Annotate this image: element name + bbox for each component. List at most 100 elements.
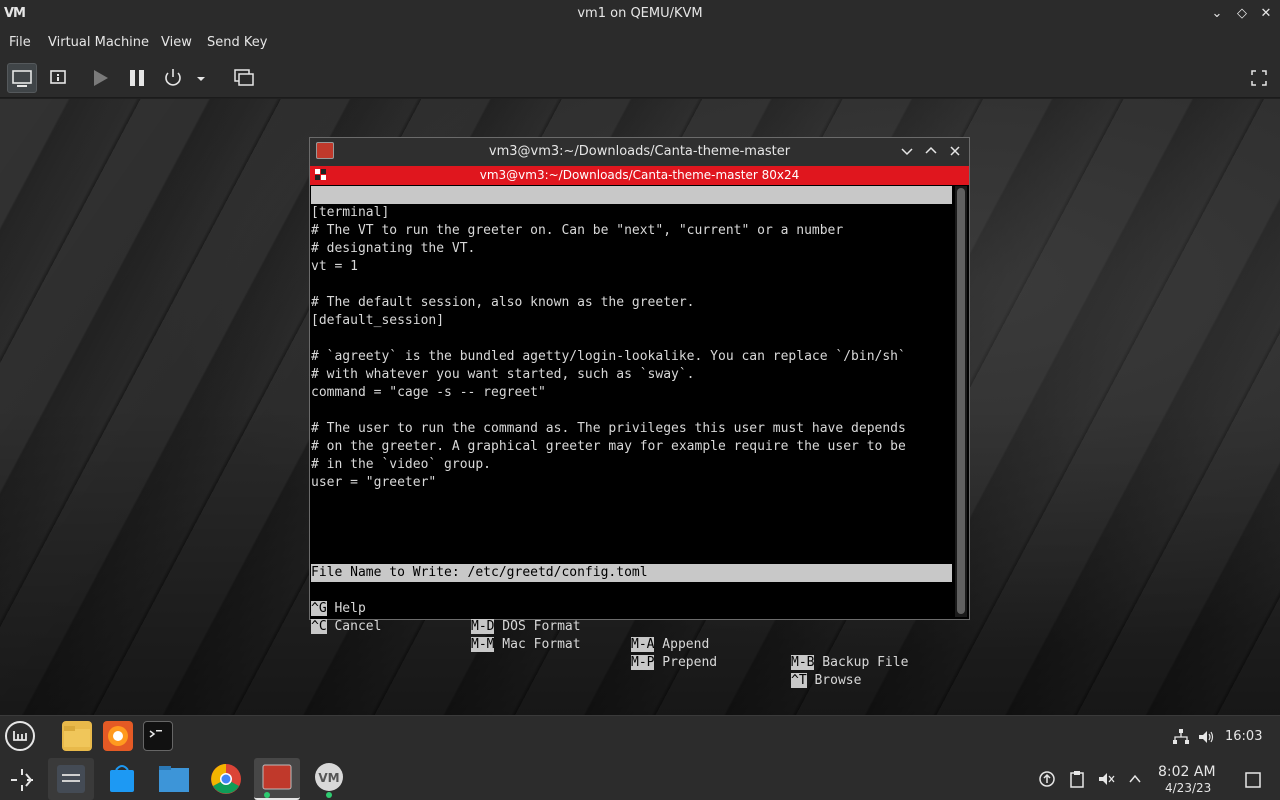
close-icon	[950, 146, 960, 156]
firefox-launcher[interactable]	[103, 721, 133, 751]
snapshot-button[interactable]	[229, 63, 259, 93]
terminal-maximize-button[interactable]	[922, 142, 940, 160]
clock-date[interactable]: 4/23/23	[1165, 781, 1211, 795]
linux-mint-icon	[13, 731, 27, 741]
snapshot-icon	[234, 69, 254, 86]
files-launcher[interactable]	[62, 721, 92, 751]
clipboard-icon[interactable]	[1068, 770, 1086, 788]
settings-icon	[57, 765, 85, 793]
editor-line: user = "greeter"	[311, 475, 437, 490]
filename-prompt[interactable]: File Name to Write: /etc/greetd/config.t…	[311, 564, 952, 582]
shutdown-menu-button[interactable]	[190, 63, 212, 93]
editor-line: # `agreety` is the bundled agetty/login-…	[311, 349, 906, 364]
svg-text:VM: VM	[318, 771, 339, 785]
chevron-up-icon[interactable]	[1127, 771, 1143, 787]
menu-send-key[interactable]: Send Key	[207, 35, 267, 50]
taskbar-terminal-active[interactable]	[254, 758, 300, 800]
close-button[interactable]: ✕	[1256, 4, 1276, 24]
nano-editor[interactable]: GNU nano 7.2 /etc/greetd/config.toml Mod…	[311, 186, 952, 688]
editor-line: command = "cage -s -- regreet"	[311, 385, 546, 400]
virt-manager-icon: VM	[315, 763, 343, 798]
shortcut-browse[interactable]: ^T Browse	[791, 672, 861, 690]
terminal-scrollbar[interactable]	[955, 186, 967, 617]
menu-bar: File Virtual Machine View Send Key	[0, 30, 1280, 58]
editor-line: # The user to run the command as. The pr…	[311, 421, 906, 436]
editor-line: # designating the VT.	[311, 241, 476, 256]
guest-clock[interactable]: 16:03	[1225, 729, 1262, 744]
folder-icon	[64, 726, 90, 747]
terminal-title: vm3@vm3:~/Downloads/Canta-theme-master	[488, 144, 791, 159]
launcher-icon	[11, 769, 33, 791]
window-titlebar: VM vm1 on QEMU/KVM ⌄ ◇ ✕	[0, 0, 1280, 30]
terminal-window[interactable]: vm3@vm3:~/Downloads/Canta-theme-master v…	[309, 137, 970, 688]
minimize-button[interactable]: ⌄	[1207, 4, 1227, 24]
taskbar: 16:03 VM 8:02 AM 4/23/23	[0, 715, 1280, 800]
shortcut-backup-file[interactable]: M-B Backup File	[791, 654, 908, 672]
shortcut-prepend[interactable]: M-P Prepend	[631, 654, 717, 672]
maximize-button[interactable]: ◇	[1232, 4, 1252, 24]
taskbar-virt-manager[interactable]: VM	[306, 758, 352, 800]
menu-virtual-machine[interactable]: Virtual Machine	[48, 35, 149, 50]
nano-header: GNU nano 7.2 /etc/greetd/config.toml Mod…	[311, 186, 952, 256]
console-button[interactable]	[7, 63, 37, 93]
mint-menu-button[interactable]	[5, 721, 35, 751]
show-desktop-icon[interactable]	[1244, 771, 1262, 789]
terminal-minimize-button[interactable]	[898, 142, 916, 160]
shortcut-cancel[interactable]: ^C Cancel	[311, 618, 381, 636]
terminal-launcher[interactable]	[143, 721, 173, 751]
window-title: vm1 on QEMU/KVM	[577, 6, 703, 21]
shortcut-mac-format[interactable]: M-M Mac Format	[471, 636, 581, 654]
editor-line: # The VT to run the greeter on. Can be "…	[311, 223, 844, 238]
volume-icon[interactable]	[1197, 728, 1215, 746]
menu-view[interactable]: View	[161, 35, 192, 50]
editor-line: [default_session]	[311, 313, 445, 328]
chevron-down-icon	[901, 148, 913, 156]
shortcut-dos-format[interactable]: M-D DOS Format	[471, 618, 581, 636]
update-icon[interactable]	[1038, 770, 1056, 788]
shortcut-row: ^G Help M-D DOS Format M-A Append M-B Ba…	[311, 582, 952, 670]
shortcut-row: ^C Cancel M-M Mac Format M-P Prepend ^T …	[311, 600, 952, 688]
details-button[interactable]	[43, 63, 73, 93]
terminal-subtitle: vm3@vm3:~/Downloads/Canta-theme-master 8…	[479, 168, 800, 182]
taskbar-file-manager[interactable]	[151, 758, 197, 800]
fullscreen-button[interactable]	[1244, 63, 1274, 93]
taskbar-chrome[interactable]	[203, 758, 249, 800]
shutdown-button[interactable]	[158, 63, 188, 93]
editor-line: # in the `video` group.	[311, 457, 492, 472]
play-icon	[94, 70, 108, 86]
chrome-icon	[211, 764, 241, 794]
terminal-titlebar[interactable]: vm3@vm3:~/Downloads/Canta-theme-master	[310, 138, 969, 166]
editor-line: # with whatever you want started, such a…	[311, 367, 695, 382]
dropdown-icon	[197, 77, 205, 81]
editor-line: vt = 1	[311, 259, 358, 274]
volume-muted-icon[interactable]	[1097, 770, 1115, 788]
terminal-icon	[149, 730, 162, 738]
run-button[interactable]	[85, 63, 115, 93]
menu-file[interactable]: File	[9, 35, 31, 50]
store-bag-icon	[110, 765, 134, 792]
terminal-close-button[interactable]	[946, 142, 964, 160]
editor-line: # The default session, also known as the…	[311, 295, 695, 310]
folder-blue-icon	[159, 766, 189, 792]
editor-line: [terminal]	[311, 205, 390, 220]
fullscreen-icon	[1251, 70, 1267, 86]
terminal-tab-bar: vm3@vm3:~/Downloads/Canta-theme-master 8…	[310, 166, 969, 185]
taskbar-discover[interactable]	[99, 758, 145, 800]
scrollbar-thumb[interactable]	[957, 188, 965, 614]
clock-time[interactable]: 8:02 AM	[1158, 764, 1216, 780]
pause-button[interactable]	[122, 63, 152, 93]
chevron-up-icon	[925, 146, 937, 154]
shortcut-append[interactable]: M-A Append	[631, 636, 709, 654]
details-icon	[50, 70, 66, 84]
pause-icon	[130, 70, 144, 86]
taskbar-system-settings[interactable]	[48, 758, 94, 800]
app-launcher-button[interactable]	[8, 766, 36, 798]
firefox-icon	[108, 726, 128, 746]
toolbar	[0, 58, 1280, 98]
network-icon[interactable]	[1172, 728, 1190, 746]
console-icon	[12, 70, 32, 87]
editor-line: # on the greeter. A graphical greeter ma…	[311, 439, 906, 454]
